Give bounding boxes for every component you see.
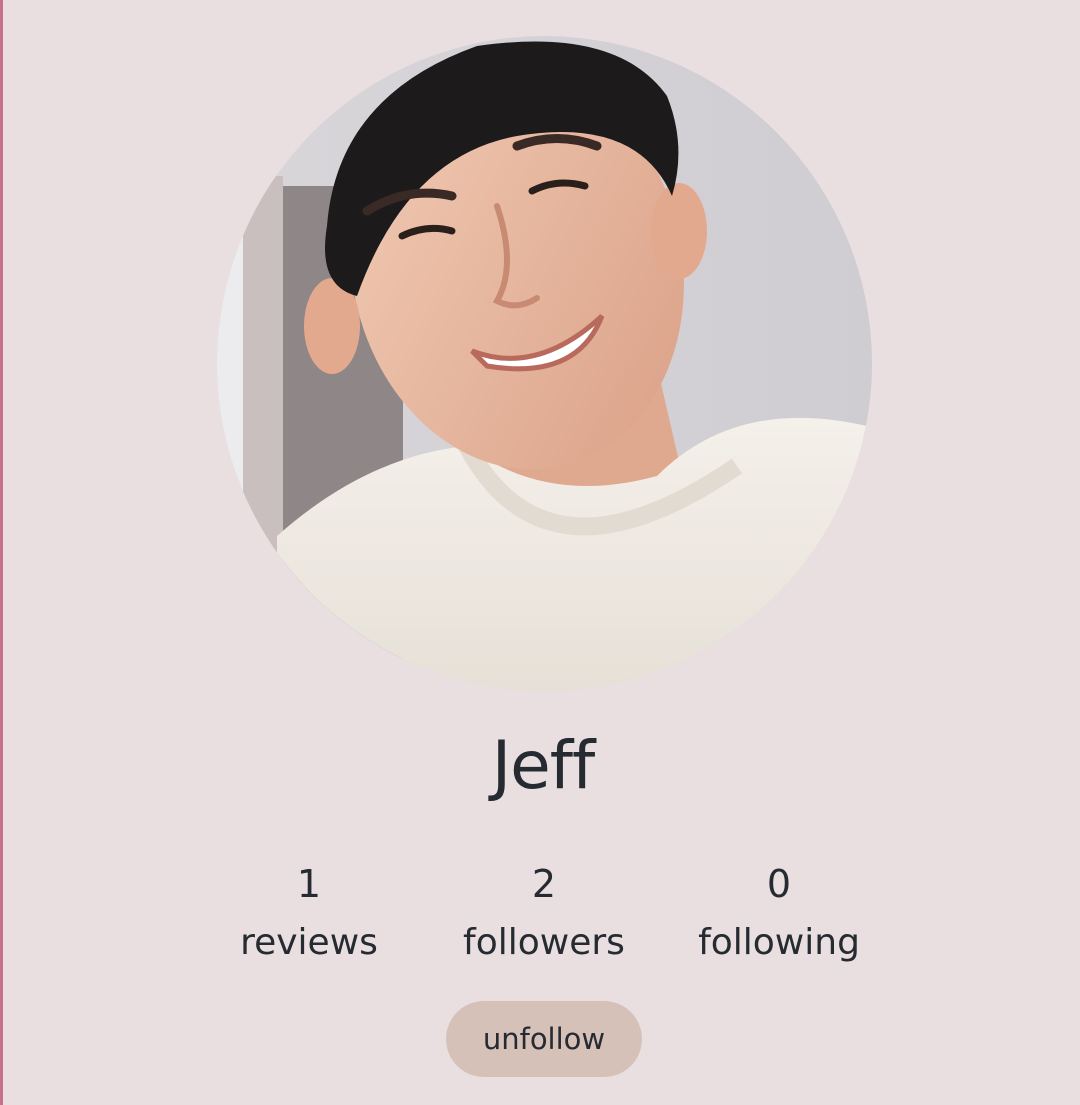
stat-following[interactable]: 0 following (659, 858, 899, 968)
followers-label: followers (463, 922, 625, 963)
unfollow-button[interactable]: unfollow (446, 1001, 642, 1077)
stat-followers[interactable]: 2 followers (424, 858, 664, 968)
profile-page: Jeff 1 reviews 2 followers 0 following u… (0, 0, 1080, 1105)
reviews-label: reviews (240, 922, 378, 963)
followers-count: 2 (531, 862, 557, 906)
avatar (217, 36, 872, 691)
following-label: following (698, 922, 860, 963)
stat-reviews[interactable]: 1 reviews (189, 858, 429, 968)
reviews-count: 1 (296, 862, 322, 906)
profile-photo-icon (217, 36, 872, 691)
profile-name: Jeff (491, 727, 596, 804)
following-count: 0 (766, 862, 792, 906)
